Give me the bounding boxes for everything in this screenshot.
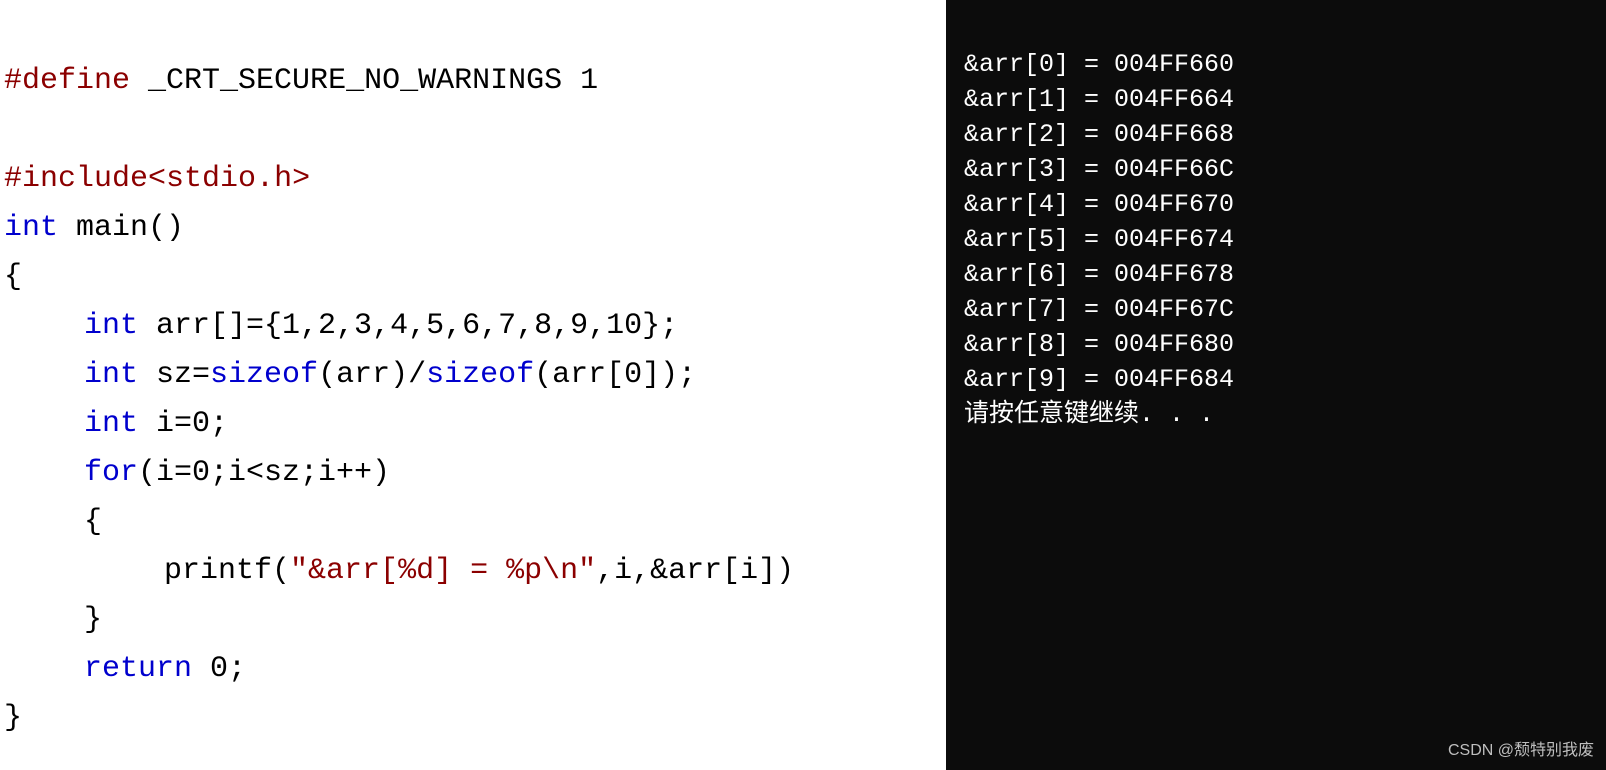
console-line: &arr[0] = 004FF660 bbox=[964, 47, 1606, 82]
console-line: &arr[6] = 004FF678 bbox=[964, 257, 1606, 292]
main-parens: () bbox=[148, 211, 184, 245]
include-file: stdio.h bbox=[166, 162, 292, 196]
include-open: < bbox=[148, 162, 166, 196]
console-line: &arr[2] = 004FF668 bbox=[964, 117, 1606, 152]
console-line: &arr[5] = 004FF674 bbox=[964, 222, 1606, 257]
printf-format: "&arr[%d] = %p\n" bbox=[290, 554, 596, 588]
define-macro: _CRT_SECURE_NO_WARNINGS 1 bbox=[130, 64, 598, 98]
preproc-include: #include bbox=[4, 162, 148, 196]
main-name: main bbox=[58, 211, 148, 245]
console-output[interactable]: &arr[0] = 004FF660&arr[1] = 004FF664&arr… bbox=[946, 0, 1606, 770]
for-cond: (i=0;i<sz;i++) bbox=[138, 456, 390, 490]
kw-return: return bbox=[84, 652, 192, 686]
console-line: &arr[4] = 004FF670 bbox=[964, 187, 1606, 222]
printf-call: printf bbox=[164, 554, 272, 588]
kw-int-i: int bbox=[84, 407, 138, 441]
console-line: &arr[9] = 004FF684 bbox=[964, 362, 1606, 397]
arr-values: {1,2,3,4,5,6,7,8,9,10}; bbox=[264, 309, 678, 343]
preproc-define: #define bbox=[4, 64, 130, 98]
kw-int-arr: int bbox=[84, 309, 138, 343]
console-line: &arr[7] = 004FF67C bbox=[964, 292, 1606, 327]
sizeof-arr: (arr)/ bbox=[318, 358, 426, 392]
brace-close-main: } bbox=[4, 701, 22, 735]
kw-sizeof-2: sizeof bbox=[426, 358, 534, 392]
code-editor[interactable]: #define _CRT_SECURE_NO_WARNINGS 1 #inclu… bbox=[0, 0, 946, 770]
brace-close-for: } bbox=[84, 603, 102, 637]
printf-args: ,i,&arr[i]) bbox=[596, 554, 794, 588]
printf-open: ( bbox=[272, 554, 290, 588]
kw-int-sz: int bbox=[84, 358, 138, 392]
console-line: &arr[8] = 004FF680 bbox=[964, 327, 1606, 362]
i-decl: i=0; bbox=[138, 407, 228, 441]
brace-open-main: { bbox=[4, 260, 22, 294]
console-line: &arr[1] = 004FF664 bbox=[964, 82, 1606, 117]
include-close: > bbox=[292, 162, 310, 196]
sz-decl: sz= bbox=[138, 358, 210, 392]
kw-int-main: int bbox=[4, 211, 58, 245]
kw-sizeof-1: sizeof bbox=[210, 358, 318, 392]
kw-for: for bbox=[84, 456, 138, 490]
console-prompt: 请按任意键继续. . . bbox=[964, 397, 1606, 432]
return-val: 0; bbox=[192, 652, 246, 686]
console-line: &arr[3] = 004FF66C bbox=[964, 152, 1606, 187]
watermark: CSDN @颓特别我废 bbox=[1448, 736, 1594, 760]
arr-decl: arr[]= bbox=[138, 309, 264, 343]
sizeof-arr0: (arr[0]); bbox=[534, 358, 696, 392]
brace-open-for: { bbox=[84, 505, 102, 539]
